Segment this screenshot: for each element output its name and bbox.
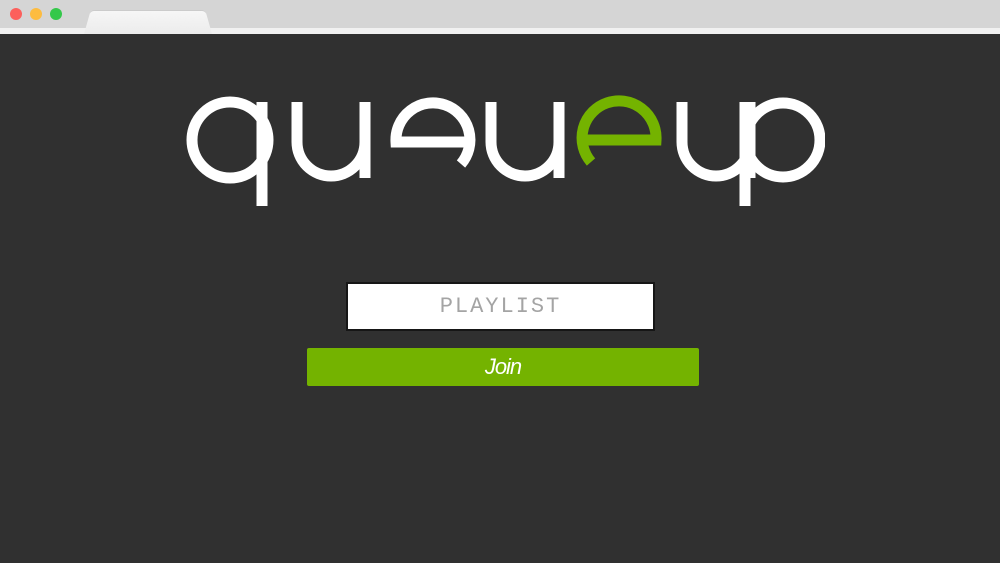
minimize-window-icon[interactable]	[30, 8, 42, 20]
logo-letter-e-1	[390, 97, 476, 168]
logo-letter-p	[739, 97, 825, 206]
logo-letter-e-reversed	[576, 95, 662, 166]
queueup-logo: queueup	[186, 95, 825, 206]
join-button[interactable]: Join	[307, 348, 699, 386]
playlist-input[interactable]	[346, 282, 655, 331]
logo-letter-u-2	[485, 102, 565, 182]
logo-letter-u-1	[291, 102, 371, 182]
browser-tab[interactable]	[84, 10, 212, 34]
logo-letter-q	[186, 96, 274, 206]
main-page: queueup Join	[0, 34, 1000, 563]
close-window-icon[interactable]	[10, 8, 22, 20]
browser-toolbar	[0, 0, 1000, 34]
maximize-window-icon[interactable]	[50, 8, 62, 20]
